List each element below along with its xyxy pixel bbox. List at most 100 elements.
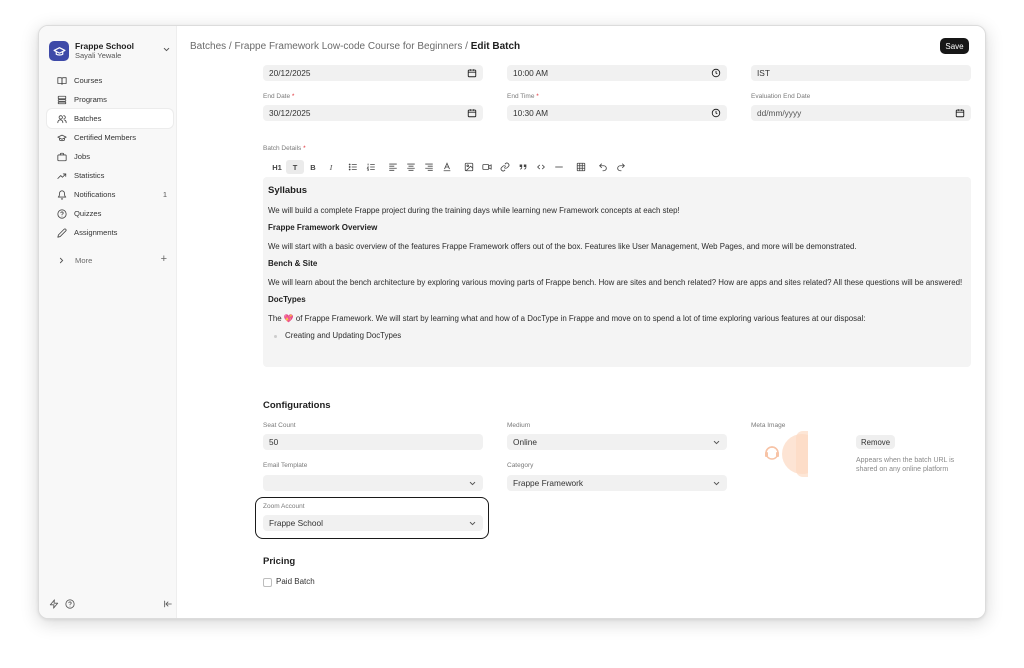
breadcrumb-course[interactable]: Frappe Framework Low-code Course for Beg… (234, 41, 462, 52)
help-icon[interactable] (65, 599, 75, 609)
numbered-list-icon[interactable] (362, 160, 380, 174)
bullet-list-icon[interactable] (344, 160, 362, 174)
medium-label: Medium (507, 422, 531, 429)
end-time-input[interactable]: 10:30 AM (507, 105, 727, 121)
sidebar-item-certified-members[interactable]: Certified Members (47, 128, 173, 147)
end-date-label: End Date * (263, 93, 295, 100)
editor-paragraph: We will build a complete Frappe project … (268, 206, 680, 215)
sidebar-item-label: Programs (74, 95, 107, 104)
sidebar-item-quizzes[interactable]: Quizzes (47, 204, 173, 223)
sidebar-item-batches[interactable]: Batches (47, 109, 173, 128)
org-switcher[interactable]: Frappe School Sayali Yewale (49, 36, 171, 66)
heart-emoji-icon: 💖 (283, 314, 294, 323)
editor-subheading: Bench & Site (268, 259, 318, 268)
more-label: More (75, 256, 93, 265)
help-circle-icon (57, 208, 67, 219)
pricing-title: Pricing (263, 556, 296, 567)
video-icon[interactable] (478, 160, 496, 174)
align-center-icon[interactable] (402, 160, 420, 174)
sidebar-item-jobs[interactable]: Jobs (47, 147, 173, 166)
editor-subheading: DocTypes (268, 295, 306, 304)
app-window: Frappe School Sayali Yewale Courses Prog… (38, 25, 986, 619)
image-icon[interactable] (460, 160, 478, 174)
sidebar-item-assignments[interactable]: Assignments (47, 223, 173, 242)
chevron-down-icon (469, 521, 476, 525)
lightning-icon[interactable] (49, 599, 59, 609)
blockquote-icon[interactable] (514, 160, 532, 174)
evaluation-end-date-input[interactable]: dd/mm/yyyy (751, 105, 971, 121)
redo-icon[interactable] (612, 160, 630, 174)
timezone-input[interactable]: IST (751, 65, 971, 81)
editor-paragraph: The 💖 of Frappe Framework. We will start… (268, 314, 866, 323)
layers-icon (57, 95, 67, 104)
remove-image-button[interactable]: Remove (856, 435, 896, 449)
chevron-down-icon (162, 45, 171, 56)
seat-count-label: Seat Count (263, 422, 296, 429)
sidebar-item-programs[interactable]: Programs (47, 90, 173, 109)
sidebar-footer (49, 598, 173, 610)
pencil-icon (57, 228, 67, 238)
sidebar-item-label: Certified Members (74, 133, 137, 142)
email-template-label: Email Template (263, 462, 308, 469)
zoom-account-select[interactable]: Frappe School (263, 515, 483, 531)
medium-select[interactable]: Online (507, 434, 727, 450)
start-time-input[interactable]: 10:00 AM (507, 65, 727, 81)
batch-details-editor[interactable]: Syllabus We will build a complete Frappe… (263, 177, 971, 367)
plus-icon[interactable]: + (161, 253, 167, 265)
sidebar-nav: Courses Programs Batches Certified Membe… (47, 71, 173, 270)
sidebar-item-label: Quizzes (74, 209, 102, 218)
heading-1-button[interactable]: H1 (268, 160, 286, 174)
code-icon[interactable] (532, 160, 550, 174)
breadcrumb-batches[interactable]: Batches (190, 41, 226, 52)
sidebar-item-statistics[interactable]: Statistics (47, 166, 173, 185)
chevron-right-icon (59, 257, 64, 264)
graduation-cap-logo-icon (49, 41, 69, 61)
align-left-icon[interactable] (384, 160, 402, 174)
seat-count-input[interactable]: 50 (263, 434, 483, 450)
end-date-input[interactable]: 30/12/2025 (263, 105, 483, 121)
align-right-icon[interactable] (420, 160, 438, 174)
meta-image-label: Meta Image (751, 422, 786, 429)
clock-icon (711, 108, 721, 118)
sidebar-item-label: Jobs (74, 152, 91, 161)
sidebar: Frappe School Sayali Yewale Courses Prog… (39, 26, 177, 618)
save-button[interactable]: Save (940, 38, 969, 54)
calendar-icon (955, 109, 965, 118)
undo-icon[interactable] (594, 160, 612, 174)
graduation-cap-icon (57, 134, 67, 141)
breadcrumb-current: Edit Batch (470, 41, 521, 52)
link-icon[interactable] (496, 160, 514, 174)
sidebar-item-label: Assignments (74, 228, 118, 237)
calendar-icon (467, 69, 477, 78)
sidebar-item-label: Statistics (74, 171, 105, 180)
table-icon[interactable] (572, 160, 590, 174)
italic-button[interactable]: I (322, 160, 340, 174)
sidebar-item-notifications[interactable]: Notifications 1 (47, 185, 173, 204)
meta-image-hint: Appears when the batch URL is shared on … (856, 457, 955, 473)
end-time-label: End Time * (507, 93, 539, 100)
evaluation-end-date-label: Evaluation End Date (751, 93, 811, 100)
sidebar-more-toggle[interactable]: More + (47, 251, 173, 270)
bold-button[interactable]: B (304, 160, 322, 174)
user-name: Sayali Yewale (75, 51, 122, 60)
book-icon (57, 76, 67, 85)
trending-up-icon (57, 173, 67, 179)
sidebar-item-label: Batches (74, 114, 102, 123)
paid-batch-label[interactable]: Paid Batch (276, 577, 315, 586)
sidebar-item-courses[interactable]: Courses (47, 71, 173, 90)
start-date-input[interactable]: 20/12/2025 (263, 65, 483, 81)
meta-image-preview (756, 431, 848, 477)
editor-heading: Syllabus (268, 185, 308, 196)
collapse-sidebar-icon[interactable] (163, 599, 173, 609)
text-color-icon[interactable] (438, 160, 456, 174)
main-content: Batches / Frappe Framework Low-code Cour… (177, 26, 985, 618)
paid-batch-checkbox[interactable] (263, 578, 272, 587)
sidebar-item-label: Notifications (74, 190, 116, 199)
paragraph-button[interactable]: T (286, 160, 304, 174)
briefcase-icon (57, 152, 67, 161)
breadcrumb: Batches / Frappe Framework Low-code Cour… (190, 41, 521, 52)
category-select[interactable]: Frappe Framework (507, 475, 727, 491)
email-template-select[interactable] (263, 475, 483, 491)
editor-subheading: Frappe Framework Overview (268, 223, 378, 232)
horizontal-rule-icon[interactable] (550, 160, 568, 174)
